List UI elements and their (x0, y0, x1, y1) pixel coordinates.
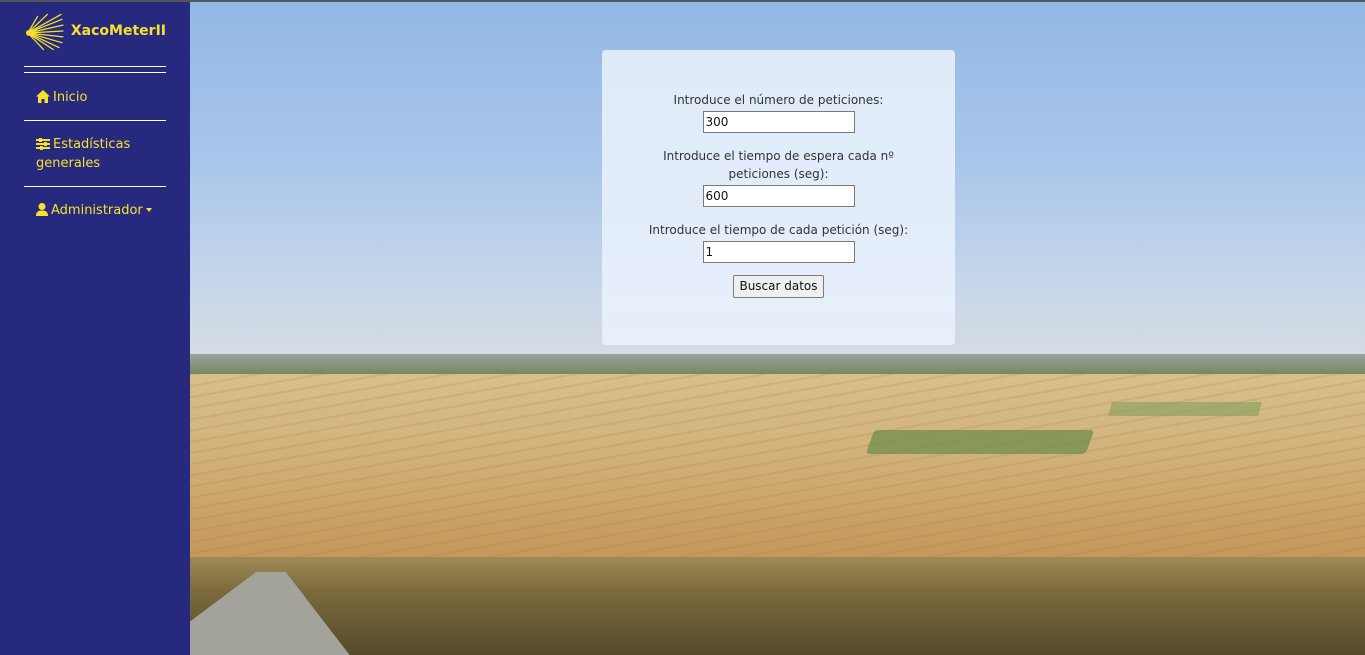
search-data-button[interactable]: Buscar datos (733, 275, 824, 298)
home-icon (36, 90, 50, 103)
divider (24, 120, 166, 121)
divider (24, 186, 166, 187)
sidebar-item-label: Inicio (53, 90, 88, 105)
sidebar-item-estadisticas[interactable]: Estadísticas generales (24, 135, 166, 173)
sidebar: XacoMeterII Inicio Estadísticas generale… (0, 2, 190, 655)
request-time-input[interactable] (702, 241, 855, 263)
field-patch (865, 430, 1095, 454)
field-patch (1108, 402, 1262, 416)
background-landscape: Introduce el número de peticiones: Intro… (190, 2, 1365, 655)
user-icon (36, 203, 48, 216)
wait-time-label: Introduce el tiempo de espera cada nº pe… (663, 149, 894, 181)
requests-label: Introduce el número de peticiones: (673, 93, 884, 107)
sliders-icon (36, 138, 50, 150)
query-form: Introduce el número de peticiones: Intro… (602, 50, 955, 345)
app-name: XacoMeterII (70, 23, 166, 39)
chevron-down-icon (145, 208, 152, 212)
wait-time-input[interactable] (702, 185, 855, 207)
top-border (0, 0, 1365, 2)
sidebar-item-inicio[interactable]: Inicio (24, 88, 166, 107)
divider (24, 66, 166, 73)
sidebar-item-administrador[interactable]: Administrador (24, 201, 166, 220)
scallop-shell-logo-icon (25, 13, 64, 51)
requests-input[interactable] (702, 111, 855, 133)
sidebar-item-label: Administrador (51, 203, 143, 218)
sidebar-item-label: Estadísticas generales (36, 137, 131, 171)
request-time-label: Introduce el tiempo de cada petición (se… (648, 223, 909, 237)
brand[interactable]: XacoMeterII (24, 2, 166, 58)
foreground-grass (190, 557, 1365, 655)
